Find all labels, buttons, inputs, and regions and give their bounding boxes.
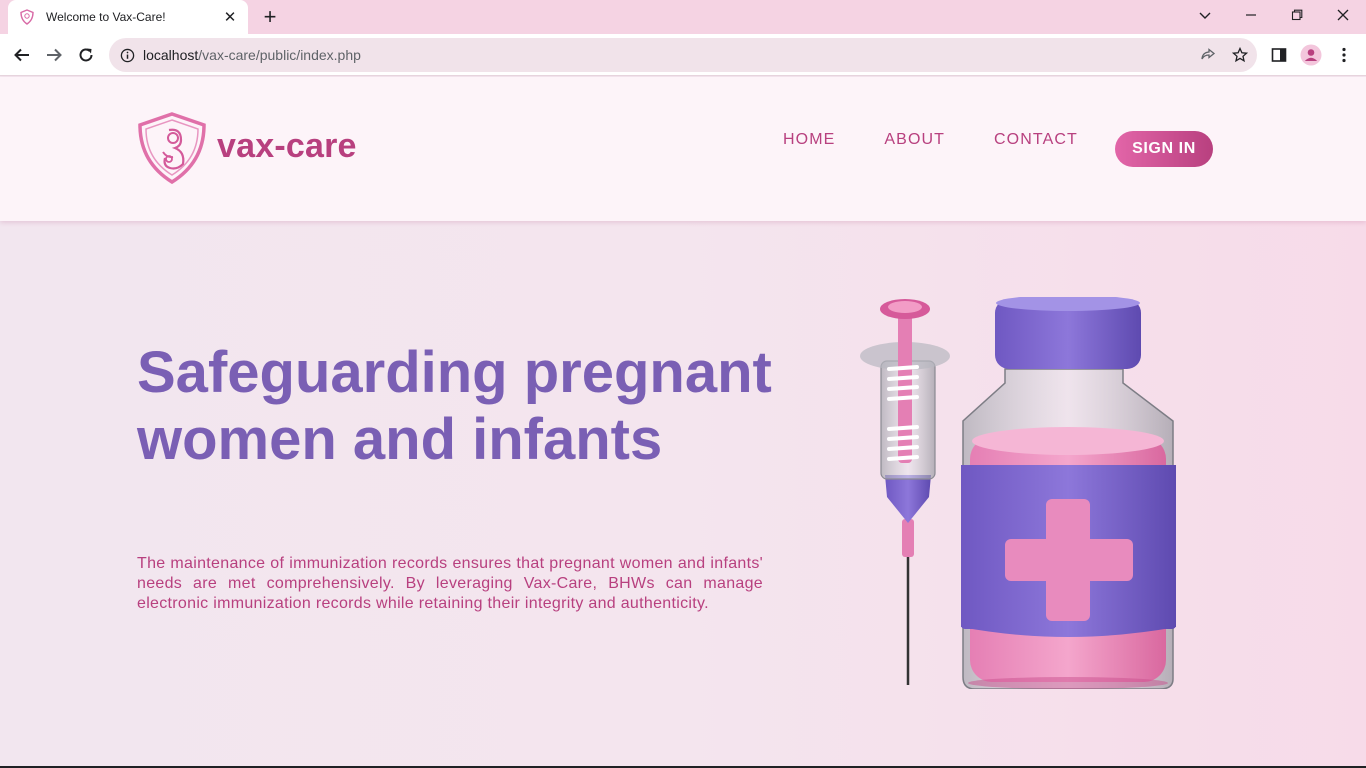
forward-icon[interactable] bbox=[42, 43, 66, 67]
brand-name: vax-care bbox=[217, 126, 357, 165]
brand-logo[interactable]: vax-care bbox=[137, 112, 357, 184]
sidebar-icon[interactable] bbox=[1267, 43, 1291, 67]
profile-icon[interactable] bbox=[1299, 43, 1323, 67]
site-header: vax-care HOME ABOUT CONTACT SIGN IN bbox=[0, 77, 1366, 221]
nav-home[interactable]: HOME bbox=[783, 131, 835, 149]
nav-contact[interactable]: CONTACT bbox=[994, 131, 1078, 149]
star-icon[interactable] bbox=[1231, 46, 1249, 64]
sign-in-button[interactable]: SIGN IN bbox=[1115, 131, 1213, 167]
shield-favicon-icon bbox=[18, 8, 36, 26]
share-icon[interactable] bbox=[1199, 46, 1217, 64]
hero-description: The maintenance of immunization records … bbox=[137, 555, 763, 612]
tab-search-icon[interactable] bbox=[1182, 0, 1228, 30]
info-icon[interactable] bbox=[119, 47, 135, 63]
vaccine-vial-syringe-illustration bbox=[860, 297, 1176, 689]
tab-strip: Welcome to Vax-Care! ✕ + bbox=[0, 0, 1366, 34]
menu-icon[interactable] bbox=[1332, 43, 1356, 67]
reload-icon[interactable] bbox=[74, 43, 98, 67]
tab-close-icon[interactable]: ✕ bbox=[222, 9, 238, 26]
browser-toolbar: localhost/vax-care/public/index.php bbox=[0, 34, 1366, 76]
address-bar[interactable]: localhost/vax-care/public/index.php bbox=[109, 38, 1257, 72]
minimize-icon[interactable] bbox=[1228, 0, 1274, 30]
restore-icon[interactable] bbox=[1274, 0, 1320, 30]
close-window-icon[interactable] bbox=[1320, 0, 1366, 30]
hero-section: Safeguarding pregnant women and infants … bbox=[0, 221, 1366, 768]
browser-tab[interactable]: Welcome to Vax-Care! ✕ bbox=[8, 0, 248, 34]
url-host: localhost bbox=[143, 47, 199, 63]
hero-title: Safeguarding pregnant women and infants bbox=[137, 340, 772, 472]
new-tab-icon[interactable]: + bbox=[258, 4, 282, 29]
main-nav: HOME ABOUT CONTACT bbox=[783, 131, 1078, 149]
url-path: /vax-care/public/index.php bbox=[198, 47, 361, 63]
tab-title: Welcome to Vax-Care! bbox=[46, 10, 166, 24]
shield-mother-logo-icon bbox=[138, 112, 206, 184]
nav-about[interactable]: ABOUT bbox=[884, 131, 945, 149]
back-icon[interactable] bbox=[10, 43, 34, 67]
